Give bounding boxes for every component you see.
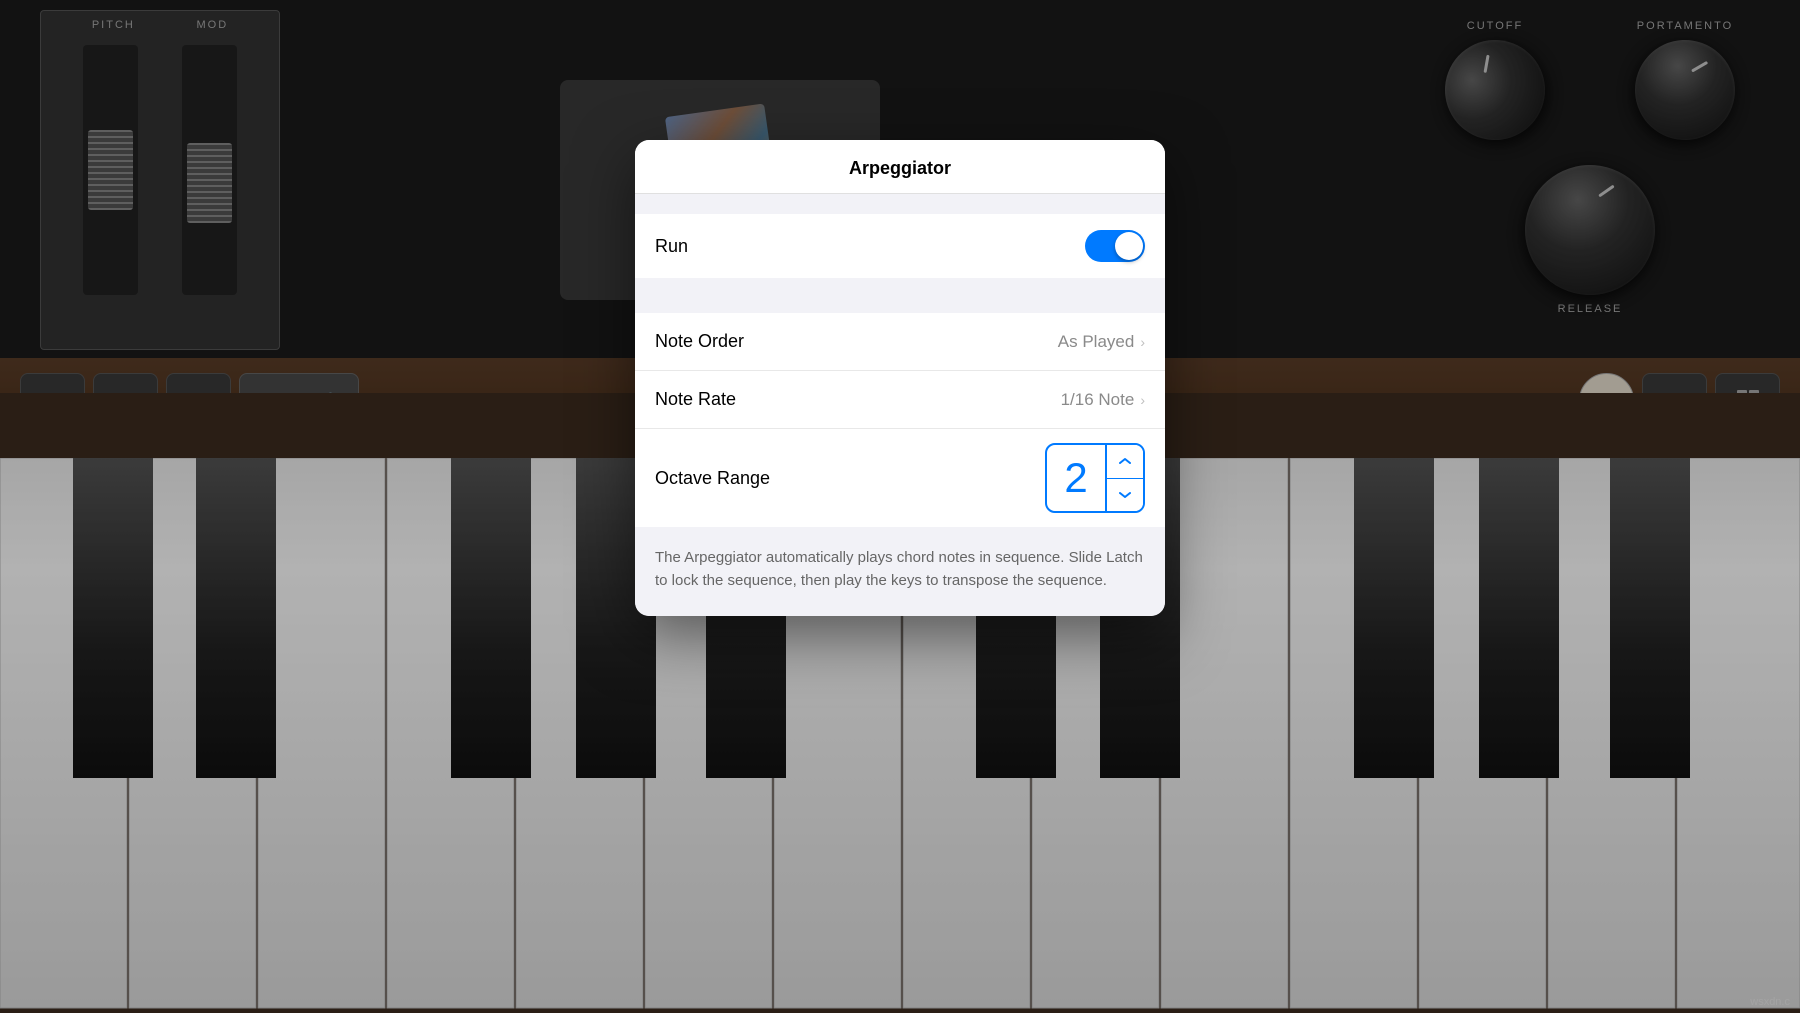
chevron-up-icon — [1119, 457, 1131, 465]
note-rate-chevron: › — [1140, 392, 1145, 408]
stepper-decrement-button[interactable] — [1107, 479, 1143, 512]
note-order-chevron: › — [1140, 334, 1145, 350]
run-label: Run — [655, 236, 688, 257]
run-section-spacer — [635, 194, 1165, 214]
note-order-section: Note Order As Played › Note Rate 1/16 No… — [635, 313, 1165, 527]
section-divider-1 — [635, 278, 1165, 313]
octave-range-row: Octave Range 2 — [635, 429, 1165, 527]
modal-title: Arpeggiator — [849, 158, 951, 178]
note-order-row[interactable]: Note Order As Played › — [635, 313, 1165, 371]
note-order-text: As Played — [1058, 332, 1135, 352]
toggle-knob — [1115, 232, 1143, 260]
octave-range-value: 2 — [1047, 454, 1105, 502]
octave-range-stepper[interactable]: 2 — [1045, 443, 1145, 513]
run-toggle[interactable] — [1085, 230, 1145, 262]
note-order-value[interactable]: As Played › — [1058, 332, 1145, 352]
stepper-buttons — [1105, 445, 1143, 511]
note-rate-label: Note Rate — [655, 389, 736, 410]
modal-description: The Arpeggiator automatically plays chor… — [655, 549, 1143, 589]
modal-footer: The Arpeggiator automatically plays chor… — [635, 527, 1165, 616]
run-row: Run — [635, 214, 1165, 278]
run-section: Run — [635, 214, 1165, 278]
note-rate-row[interactable]: Note Rate 1/16 Note › — [635, 371, 1165, 429]
octave-range-label: Octave Range — [655, 468, 770, 489]
note-rate-value[interactable]: 1/16 Note › — [1061, 390, 1145, 410]
note-order-label: Note Order — [655, 331, 744, 352]
modal-header: Arpeggiator — [635, 140, 1165, 194]
stepper-increment-button[interactable] — [1107, 445, 1143, 479]
arpeggiator-modal: Arpeggiator Run Note Order As Played › N… — [635, 140, 1165, 616]
chevron-down-icon — [1119, 491, 1131, 499]
note-rate-text: 1/16 Note — [1061, 390, 1135, 410]
